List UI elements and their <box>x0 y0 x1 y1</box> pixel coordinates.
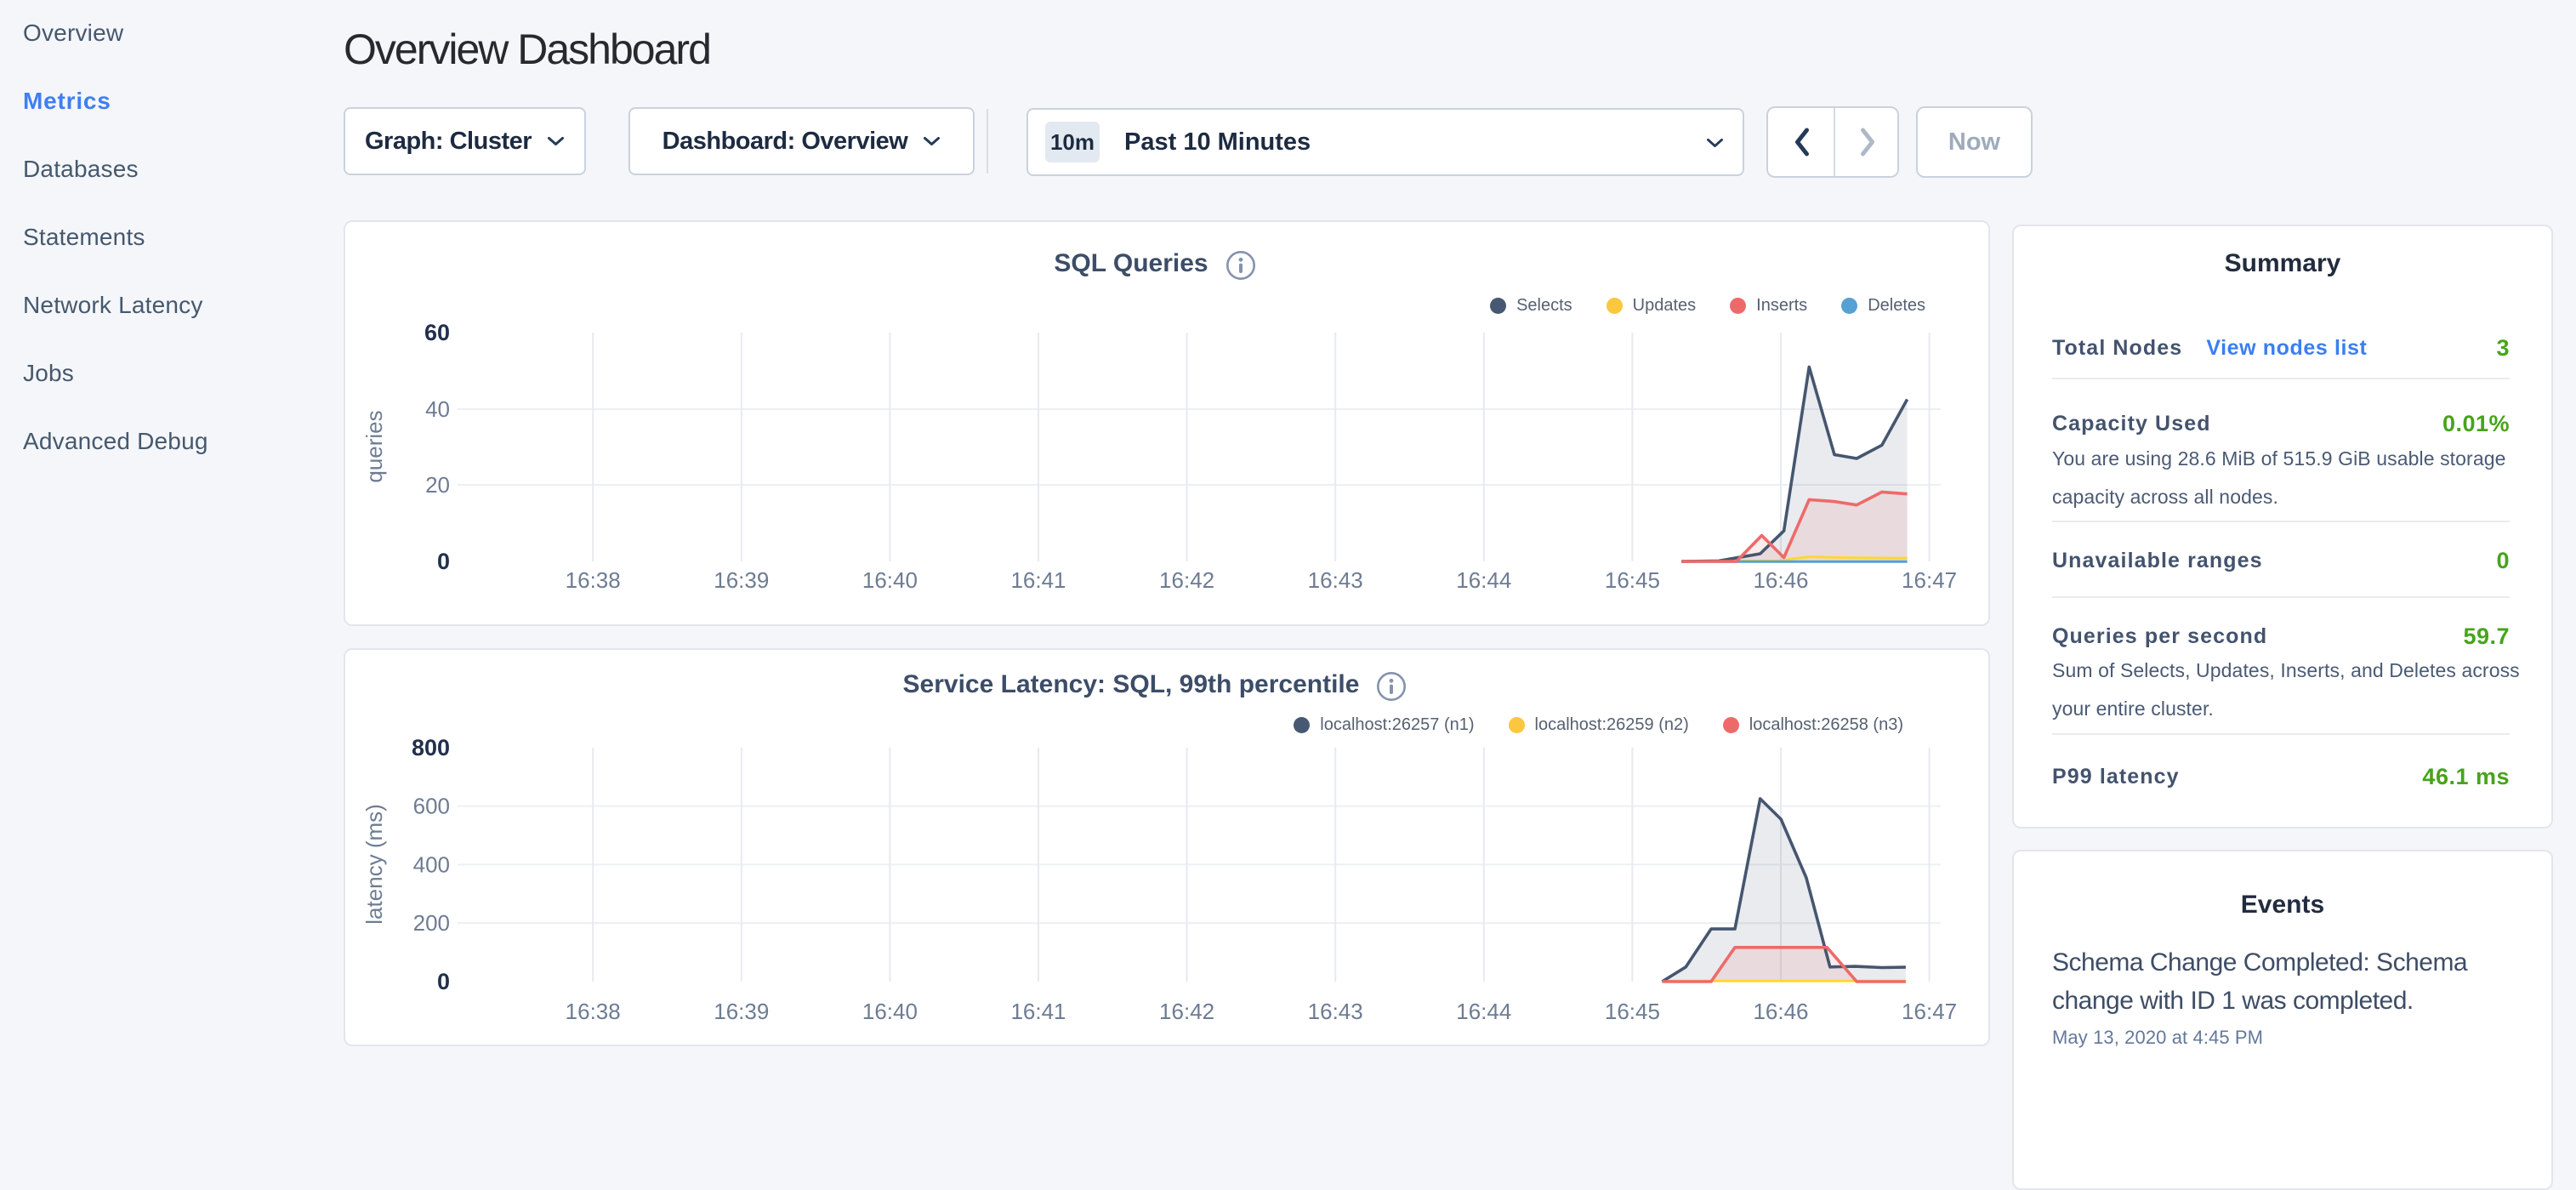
svg-text:16:43: 16:43 <box>1308 999 1363 1024</box>
svg-text:60: 60 <box>424 320 450 345</box>
svg-text:16:41: 16:41 <box>1010 999 1066 1024</box>
svg-text:16:43: 16:43 <box>1308 567 1363 593</box>
svg-text:16:44: 16:44 <box>1456 567 1511 593</box>
svg-text:16:41: 16:41 <box>1010 567 1066 593</box>
svg-text:400: 400 <box>413 851 450 877</box>
svg-text:16:38: 16:38 <box>566 567 621 593</box>
svg-text:16:40: 16:40 <box>862 999 918 1024</box>
svg-text:16:47: 16:47 <box>1902 567 1957 593</box>
svg-text:16:39: 16:39 <box>714 567 769 593</box>
svg-text:latency (ms): latency (ms) <box>361 804 387 925</box>
svg-text:16:42: 16:42 <box>1159 999 1214 1024</box>
svg-text:16:40: 16:40 <box>862 567 918 593</box>
svg-text:0: 0 <box>437 969 450 994</box>
svg-text:16:46: 16:46 <box>1753 999 1808 1024</box>
svg-text:200: 200 <box>413 910 450 936</box>
svg-text:16:46: 16:46 <box>1753 567 1808 593</box>
svg-text:800: 800 <box>412 735 450 760</box>
svg-text:0: 0 <box>437 549 450 574</box>
svg-text:16:39: 16:39 <box>714 999 769 1024</box>
svg-text:16:47: 16:47 <box>1902 999 1957 1024</box>
svg-text:16:45: 16:45 <box>1605 999 1660 1024</box>
svg-text:40: 40 <box>425 396 450 422</box>
svg-text:600: 600 <box>413 794 450 819</box>
svg-text:16:38: 16:38 <box>566 999 621 1024</box>
svg-text:20: 20 <box>425 472 450 498</box>
svg-text:16:42: 16:42 <box>1159 567 1214 593</box>
svg-text:16:45: 16:45 <box>1605 567 1660 593</box>
svg-text:queries: queries <box>361 410 387 482</box>
svg-text:16:44: 16:44 <box>1456 999 1511 1024</box>
